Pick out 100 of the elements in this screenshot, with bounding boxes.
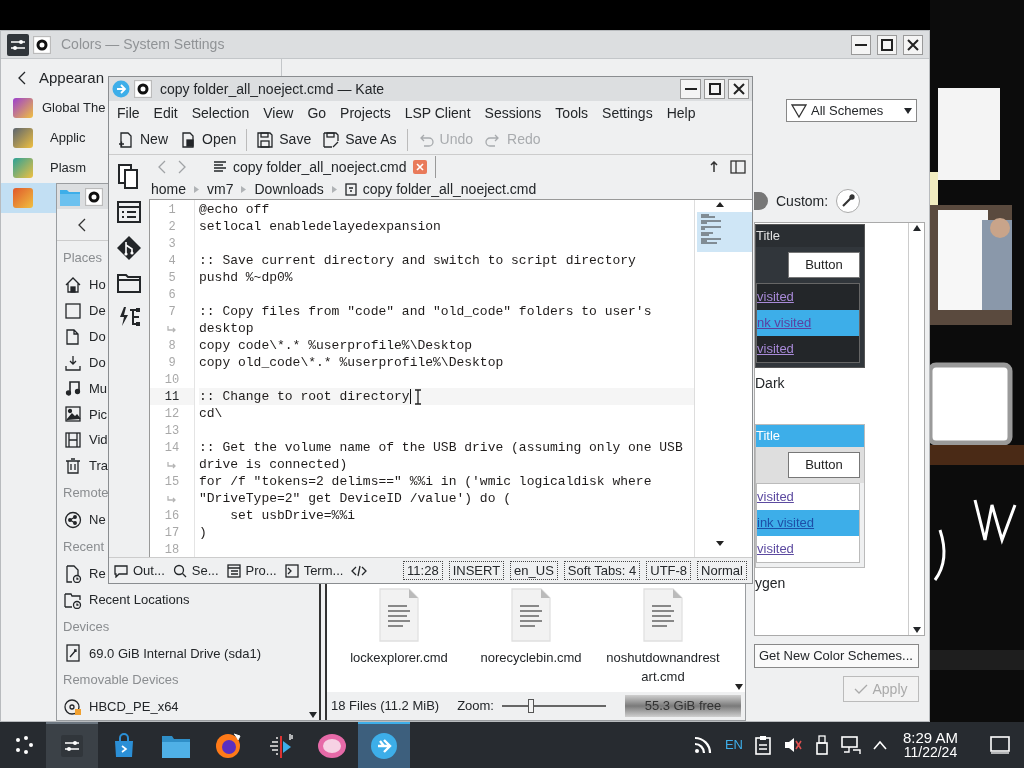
menu-item[interactable]: Settings <box>602 102 653 124</box>
status-field[interactable]: Normal <box>697 561 747 580</box>
code-line: drive is connected) <box>199 456 348 473</box>
menu-item[interactable]: Selection <box>191 102 250 124</box>
eyedropper-button[interactable] <box>836 189 861 213</box>
maximize-button[interactable] <box>704 79 725 99</box>
status-field[interactable]: 11:28 <box>403 561 443 580</box>
taskbar-app[interactable] <box>358 722 410 768</box>
places-item[interactable]: Pic <box>63 401 108 428</box>
breadcrumb-item[interactable]: copy folder_all_noeject.cmd <box>344 178 537 200</box>
document-tile[interactable]: lockexplorer.cmd <box>333 588 465 692</box>
places-item[interactable]: HBCD_PE_x64 <box>63 694 179 720</box>
breadcrumb-item[interactable]: home <box>151 178 187 200</box>
menu-item[interactable]: File <box>117 102 140 124</box>
places-item[interactable]: 69.0 GiB Internal Drive (sda1) <box>63 640 261 667</box>
breadcrumb-item[interactable]: Downloads <box>254 178 324 200</box>
code-line: setlocal enabledelayedexpansion <box>199 218 441 235</box>
menu-item[interactable]: Help <box>666 102 696 124</box>
tool-view-tab[interactable]: Out... <box>114 560 165 581</box>
status-field[interactable]: UTF-8 <box>646 561 692 580</box>
split-view-icon[interactable] <box>730 160 746 174</box>
menu-item[interactable]: Tools <box>555 102 589 124</box>
documents-icon[interactable] <box>117 163 141 189</box>
muted-speaker-icon[interactable] <box>782 735 803 755</box>
zoom-label: Zoom: <box>457 697 494 716</box>
scheme-preview-card[interactable]: Title Button visited nk visited visited <box>755 224 865 368</box>
rss-icon[interactable] <box>692 735 713 755</box>
pin-icon[interactable] <box>708 161 720 173</box>
places-item[interactable]: Recent Locations <box>63 586 190 613</box>
show-desktop-icon[interactable] <box>990 735 1010 755</box>
slider-thumb[interactable] <box>528 699 535 713</box>
toolbar-button[interactable]: Save <box>252 126 317 153</box>
document-tile[interactable]: norecyclebin.cmd <box>465 588 597 692</box>
menu-item[interactable]: LSP Client <box>404 102 471 124</box>
editor-app-icon <box>370 732 398 760</box>
settings-nav-item[interactable]: Applic <box>1 123 108 153</box>
places-item[interactable]: Vid <box>63 427 108 454</box>
window-menu-icon[interactable] <box>33 35 51 54</box>
taskbar-app[interactable] <box>46 722 98 768</box>
settings-nav-item[interactable]: Global The <box>1 93 108 123</box>
status-field[interactable]: INSERT <box>448 561 505 580</box>
tool-view-tab[interactable]: Pro... <box>226 560 277 581</box>
code-editor[interactable] <box>149 199 752 557</box>
places-item[interactable]: Do <box>63 323 106 350</box>
tool-view-tab[interactable]: Term... <box>284 560 344 581</box>
line-number: 17 <box>164 524 180 542</box>
close-tab-icon[interactable] <box>412 160 427 174</box>
clipboard-icon[interactable] <box>754 735 771 755</box>
tool-view-tab[interactable]: Se... <box>172 560 219 581</box>
preview-link: visited <box>757 488 794 507</box>
clock[interactable]: 8:29 AM 11/22/24 <box>902 730 958 760</box>
git-icon[interactable] <box>116 235 142 261</box>
scheme-filter-dropdown[interactable]: All Schemes <box>786 99 917 122</box>
color-swatch[interactable] <box>754 192 768 210</box>
document-tab[interactable]: copy folder_all_noeject.cmd <box>205 156 436 178</box>
places-item[interactable]: Do <box>63 349 106 376</box>
toolbar-button[interactable]: Open <box>175 126 242 153</box>
folder-icon[interactable] <box>117 273 141 293</box>
status-field[interactable]: en_US <box>510 561 558 580</box>
symbols-icon[interactable] <box>117 305 141 329</box>
scheme-preview-card[interactable]: Title Button visited ink visited visited <box>755 424 865 568</box>
settings-nav-item[interactable]: Plasm <box>1 153 108 183</box>
menu-item[interactable]: View <box>263 102 294 124</box>
menu-item[interactable]: Edit <box>153 102 178 124</box>
scrollbar[interactable] <box>908 223 924 635</box>
minimize-button[interactable] <box>851 34 871 55</box>
usb-icon[interactable] <box>814 735 829 755</box>
menu-item[interactable]: Go <box>307 102 327 124</box>
get-new-schemes-button[interactable]: Get New Color Schemes... <box>754 644 919 668</box>
minimize-button[interactable] <box>680 79 701 99</box>
line-number: 7 <box>168 303 176 321</box>
close-button[interactable] <box>728 79 749 99</box>
output-icon <box>114 563 128 578</box>
window-menu-icon[interactable] <box>85 187 103 206</box>
places-item[interactable]: Ho <box>63 271 106 298</box>
toolbar-button[interactable]: New <box>113 126 173 153</box>
code-line: @echo off <box>199 201 270 218</box>
network-icon[interactable] <box>840 735 861 755</box>
maximize-button[interactable] <box>877 34 897 55</box>
place-icon <box>64 431 82 450</box>
close-button[interactable] <box>903 34 923 55</box>
menu-item[interactable]: Projects <box>340 102 391 124</box>
scroll-down-icon[interactable] <box>735 684 743 690</box>
category-icon <box>13 158 33 178</box>
breadcrumb-item[interactable]: vm7 <box>207 178 234 200</box>
document-tile[interactable]: noshutdownandrestart.cmd <box>597 588 729 692</box>
code-icon[interactable] <box>351 563 368 578</box>
menu-item[interactable]: Sessions <box>484 102 542 124</box>
places-item[interactable]: Ne <box>63 506 106 533</box>
window-menu-icon[interactable] <box>134 80 152 98</box>
zoom-slider[interactable] <box>502 698 606 714</box>
places-item[interactable]: Re <box>63 560 106 587</box>
toolbar-button[interactable]: Save As <box>318 126 402 153</box>
caret-icon[interactable] <box>872 740 887 750</box>
status-field[interactable]: Soft Tabs: 4 <box>563 561 641 580</box>
places-item[interactable]: Tra <box>63 453 109 479</box>
places-item[interactable]: Mu <box>63 375 108 402</box>
list-icon[interactable] <box>117 201 141 223</box>
places-item[interactable]: De <box>63 297 106 324</box>
keyboard-layout[interactable]: EN <box>724 735 743 755</box>
